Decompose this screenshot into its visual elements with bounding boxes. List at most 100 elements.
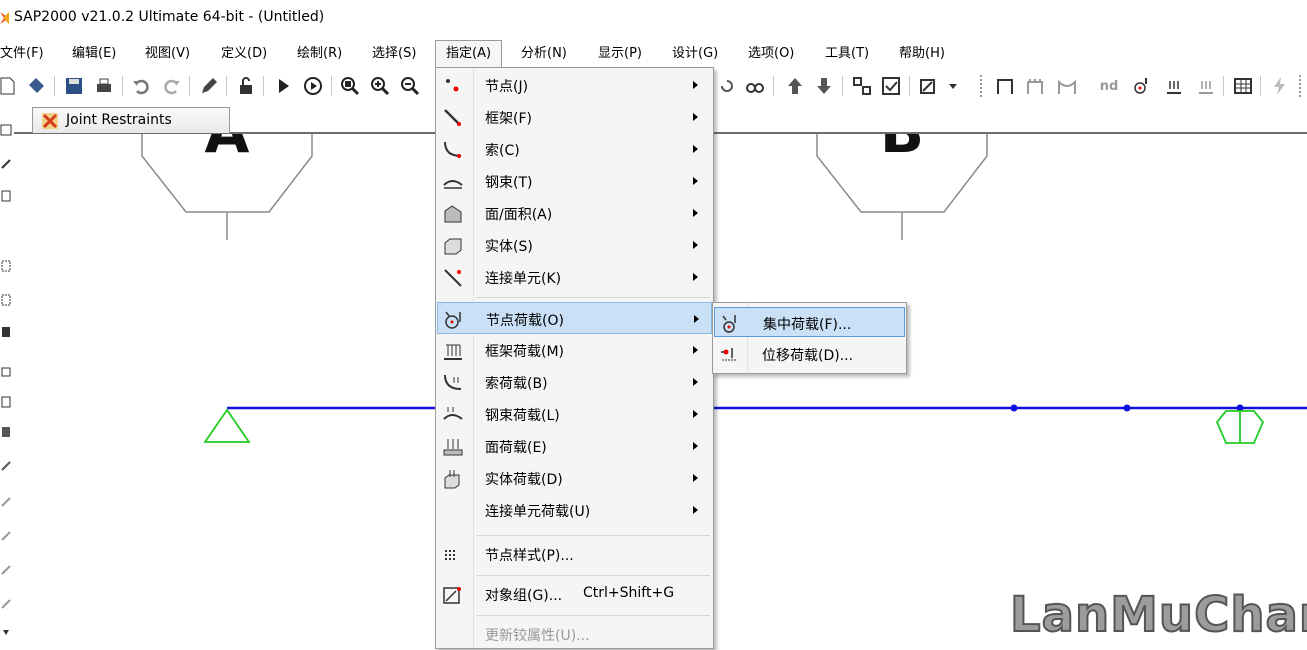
open-model-icon[interactable] bbox=[25, 75, 47, 97]
lock-icon[interactable] bbox=[235, 75, 257, 97]
menu-edit[interactable]: 编辑(E) bbox=[72, 43, 116, 65]
dropdown-arrow-icon[interactable] bbox=[942, 75, 964, 97]
submenu-arrow-icon bbox=[693, 177, 698, 185]
rotate-icon[interactable] bbox=[716, 75, 738, 97]
save-icon[interactable] bbox=[63, 75, 85, 97]
menu-item-area[interactable]: 面/面积(A) bbox=[437, 197, 712, 229]
snap-perpendicular-icon[interactable] bbox=[0, 530, 12, 542]
menu-bar: 文件(F) 编辑(E) 视图(V) 定义(D) 绘制(R) 选择(S) 指定(A… bbox=[0, 38, 1307, 69]
move-down-icon[interactable] bbox=[813, 75, 835, 97]
submenu-arrow-icon bbox=[693, 378, 698, 386]
select-window-icon[interactable] bbox=[0, 260, 12, 272]
zoom-window-icon[interactable] bbox=[339, 75, 361, 97]
menu-tools[interactable]: 工具(T) bbox=[825, 43, 869, 65]
menu-file[interactable]: 文件(F) bbox=[0, 43, 44, 65]
submenu-arrow-icon bbox=[693, 273, 698, 281]
frame-load-toolbar-icon[interactable] bbox=[1163, 75, 1185, 97]
zoom-out-icon[interactable] bbox=[399, 75, 421, 97]
tab-joint-restraints[interactable]: Joint Restraints bbox=[32, 107, 230, 133]
menu-analyze[interactable]: 分析(N) bbox=[521, 43, 567, 65]
menu-item-cable[interactable]: 索(C) bbox=[437, 133, 712, 165]
snap-joints-icon[interactable] bbox=[0, 426, 12, 438]
undo-icon[interactable] bbox=[130, 75, 152, 97]
submenu-arrow-icon bbox=[693, 474, 698, 482]
menu-design[interactable]: 设计(G) bbox=[672, 43, 718, 65]
menu-options[interactable]: 选项(O) bbox=[748, 43, 794, 65]
menu-item-frame-loads[interactable]: 框架荷载(M) bbox=[437, 334, 712, 366]
menu-define[interactable]: 定义(D) bbox=[221, 43, 267, 65]
menu-item-solid-loads[interactable]: 实体荷载(D) bbox=[437, 462, 712, 494]
joint-patterns-icon bbox=[442, 544, 464, 566]
draw-area-icon[interactable] bbox=[0, 190, 12, 202]
menu-item-solid[interactable]: 实体(S) bbox=[437, 229, 712, 261]
sap2000-app-icon bbox=[0, 10, 10, 26]
clear-selection-icon[interactable] bbox=[0, 366, 12, 378]
cable-icon bbox=[442, 139, 464, 161]
assign-group-icon[interactable] bbox=[918, 75, 940, 97]
previous-selection-icon[interactable] bbox=[0, 396, 12, 408]
menu-item-joint[interactable]: 节点(J) bbox=[437, 69, 712, 101]
grid-bubble-b: B bbox=[816, 134, 988, 240]
roller-support-icon[interactable] bbox=[1215, 410, 1265, 444]
new-model-icon[interactable] bbox=[0, 75, 18, 97]
pointer-icon[interactable] bbox=[0, 124, 12, 136]
menu-item-link-loads[interactable]: 连接单元荷载(U) bbox=[437, 494, 712, 526]
area-icon bbox=[442, 203, 464, 225]
select-all-icon[interactable] bbox=[0, 326, 12, 338]
menu-item-joint-patterns[interactable]: 节点样式(P)... bbox=[437, 538, 712, 570]
scroll-down-icon[interactable] bbox=[0, 626, 12, 638]
run-now-icon[interactable] bbox=[302, 75, 324, 97]
frame-loads-icon[interactable] bbox=[1024, 75, 1046, 97]
watermark: LanMuChan bbox=[1009, 586, 1307, 644]
frame-release-icon[interactable] bbox=[994, 75, 1016, 97]
redo-icon[interactable] bbox=[161, 75, 183, 97]
cable-icon[interactable] bbox=[1056, 75, 1078, 97]
menu-item-assign-to-group[interactable]: 对象组(G)... Ctrl+Shift+G bbox=[437, 578, 712, 610]
table-icon[interactable] bbox=[1232, 75, 1254, 97]
joint-node[interactable] bbox=[1010, 404, 1018, 412]
draw-frame-icon[interactable] bbox=[0, 158, 12, 170]
joint-loads-toolbar-icon[interactable] bbox=[1131, 75, 1153, 97]
menu-item-link[interactable]: 连接单元(K) bbox=[437, 261, 712, 293]
menu-view[interactable]: 视图(V) bbox=[145, 43, 190, 65]
zoom-in-icon[interactable] bbox=[369, 75, 391, 97]
menu-item-update-hinge-properties: 更新铰属性(U)... bbox=[485, 628, 590, 644]
menu-item-tendon-loads[interactable]: 钢束荷载(L) bbox=[437, 398, 712, 430]
left-toolbar bbox=[0, 104, 15, 647]
show-grid-icon[interactable] bbox=[851, 75, 873, 97]
snap-midpoint-icon[interactable] bbox=[0, 460, 12, 472]
nd-button[interactable]: nd bbox=[1096, 75, 1122, 97]
menu-display[interactable]: 显示(P) bbox=[598, 43, 642, 65]
menu-item-displacements[interactable]: 位移荷载(D)... bbox=[714, 339, 905, 369]
restraint-view-icon bbox=[41, 112, 59, 130]
menu-item-area-loads[interactable]: 面荷载(E) bbox=[437, 430, 712, 462]
snap-lines-icon[interactable] bbox=[0, 564, 12, 576]
lightning-icon[interactable] bbox=[1269, 75, 1291, 97]
menu-item-forces[interactable]: 集中荷载(F)... bbox=[714, 307, 905, 337]
menu-draw[interactable]: 绘制(R) bbox=[297, 43, 342, 65]
area-loads-icon bbox=[442, 436, 464, 458]
pin-support-icon[interactable] bbox=[203, 408, 251, 443]
grid-bubble-a: A bbox=[141, 134, 313, 240]
menu-help[interactable]: 帮助(H) bbox=[899, 43, 945, 65]
menu-assign[interactable]: 指定(A) bbox=[435, 40, 503, 69]
assign-menu-dropdown: 节点(J) 框架(F) 索(C) 钢束(T) 面/面积(A) 实体(S) 连接单… bbox=[435, 67, 714, 649]
print-icon[interactable] bbox=[93, 75, 115, 97]
refresh-pencil-icon[interactable] bbox=[197, 75, 219, 97]
submenu-arrow-icon bbox=[693, 81, 698, 89]
shortcut-label: Ctrl+Shift+G bbox=[583, 585, 675, 601]
select-intersect-icon[interactable] bbox=[0, 294, 12, 306]
menu-item-frame[interactable]: 框架(F) bbox=[437, 101, 712, 133]
run-analysis-icon[interactable] bbox=[272, 75, 294, 97]
area-load-toolbar-icon[interactable] bbox=[1195, 75, 1217, 97]
checkbox-icon[interactable] bbox=[880, 75, 902, 97]
set-display-options-icon[interactable] bbox=[744, 75, 766, 97]
menu-item-tendon[interactable]: 钢束(T) bbox=[437, 165, 712, 197]
menu-item-cable-loads[interactable]: 索荷载(B) bbox=[437, 366, 712, 398]
joint-node[interactable] bbox=[1123, 404, 1131, 412]
snap-fine-grid-icon[interactable] bbox=[0, 598, 12, 610]
menu-item-joint-loads[interactable]: 节点荷载(O) bbox=[437, 302, 712, 334]
menu-select[interactable]: 选择(S) bbox=[372, 43, 416, 65]
move-up-icon[interactable] bbox=[784, 75, 806, 97]
snap-intersection-icon[interactable] bbox=[0, 496, 12, 508]
